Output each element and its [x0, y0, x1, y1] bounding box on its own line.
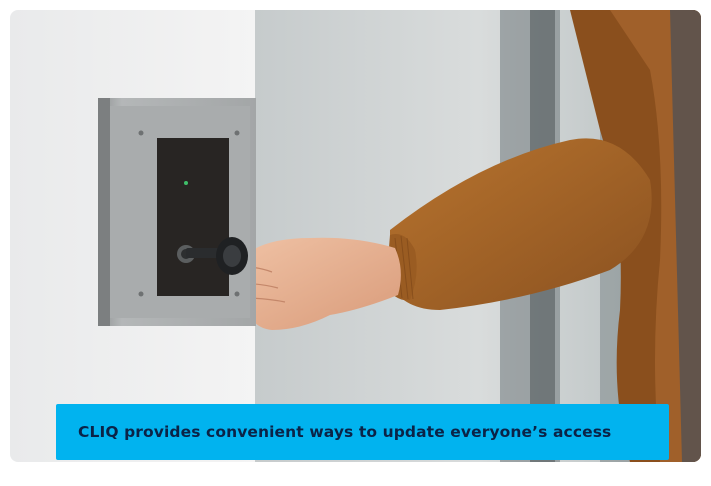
- content-card: CLIQ provides convenient ways to update …: [0, 0, 711, 486]
- caption-banner: CLIQ provides convenient ways to update …: [56, 404, 669, 460]
- hand-inserting-key-photo: [10, 10, 701, 462]
- caption-text: CLIQ provides convenient ways to update …: [78, 423, 612, 441]
- hero-photo: [10, 10, 701, 462]
